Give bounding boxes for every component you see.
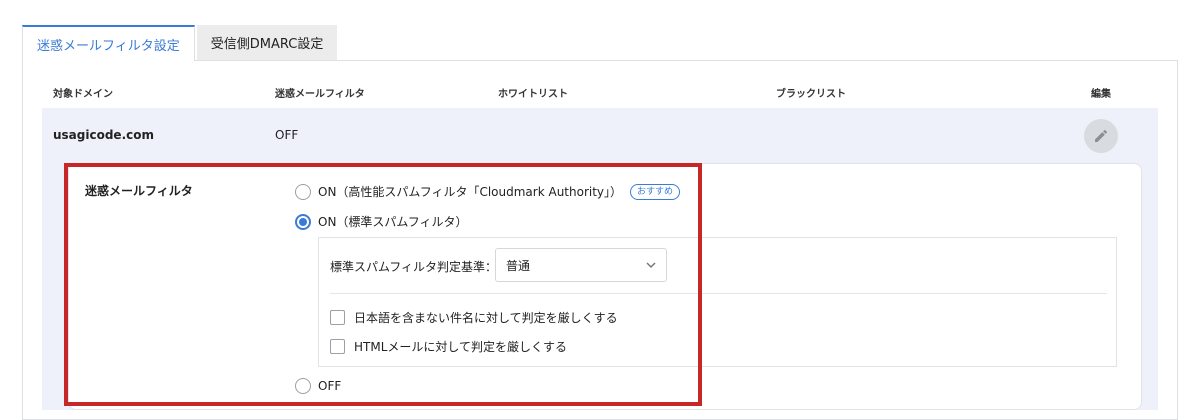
header-edit: 編集 [1091,89,1111,100]
radio-label-off: OFF [318,379,342,393]
radio-option-standard[interactable]: ON（標準スパムフィルタ） [295,213,467,230]
row-spam-filter-status: OFF [275,128,299,142]
radio-option-off[interactable]: OFF [295,378,341,394]
checkbox[interactable] [330,339,345,354]
tab-dmarc-settings[interactable]: 受信側DMARC設定 [196,25,338,60]
recommended-badge: おすすめ [630,183,681,200]
checkbox-option-non-japanese[interactable]: 日本語を含まない件名に対して判定を厳しくする [330,309,618,326]
radio-label-standard: ON（標準スパムフィルタ） [318,215,468,229]
tab-bar: 迷惑メールフィルタ設定 受信側DMARC設定 [22,25,338,61]
divider [330,293,1107,294]
checkbox-label-html-mail: HTMLメールに対して判定を厳しくする [354,340,568,354]
radio-button[interactable] [295,183,311,200]
criteria-select-value: 普通 [506,258,531,273]
pencil-icon [1095,129,1108,142]
header-whitelist: ホワイトリスト [498,89,568,100]
row-domain: usagicode.com [53,128,154,142]
header-blacklist: ブラックリスト [776,89,846,100]
radio-button-checked[interactable] [295,213,311,230]
spam-filter-section-label: 迷惑メールフィルタ [85,184,193,198]
checkbox-label-non-japanese: 日本語を含まない件名に対して判定を厳しくする [354,311,618,325]
checkbox[interactable] [330,310,345,325]
header-domain: 対象ドメイン [53,89,113,100]
radio-option-cloudmark[interactable]: ON（高性能スパムフィルタ「Cloudmark Authority」） おすすめ [295,183,681,200]
criteria-label: 標準スパムフィルタ判定基準： [330,260,498,274]
edit-button[interactable] [1084,119,1118,153]
radio-label-cloudmark: ON（高性能スパムフィルタ「Cloudmark Authority」） [318,185,623,199]
radio-button[interactable] [295,378,311,394]
chevron-down-icon [646,262,656,269]
criteria-select[interactable]: 普通 [495,248,667,282]
header-spam-filter: 迷惑メールフィルタ [275,89,365,100]
checkbox-option-html-mail[interactable]: HTMLメールに対して判定を厳しくする [330,338,567,355]
table-header: 対象ドメイン 迷惑メールフィルタ ホワイトリスト ブラックリスト 編集 [42,78,1158,109]
tab-spam-filter-settings[interactable]: 迷惑メールフィルタ設定 [22,25,195,61]
